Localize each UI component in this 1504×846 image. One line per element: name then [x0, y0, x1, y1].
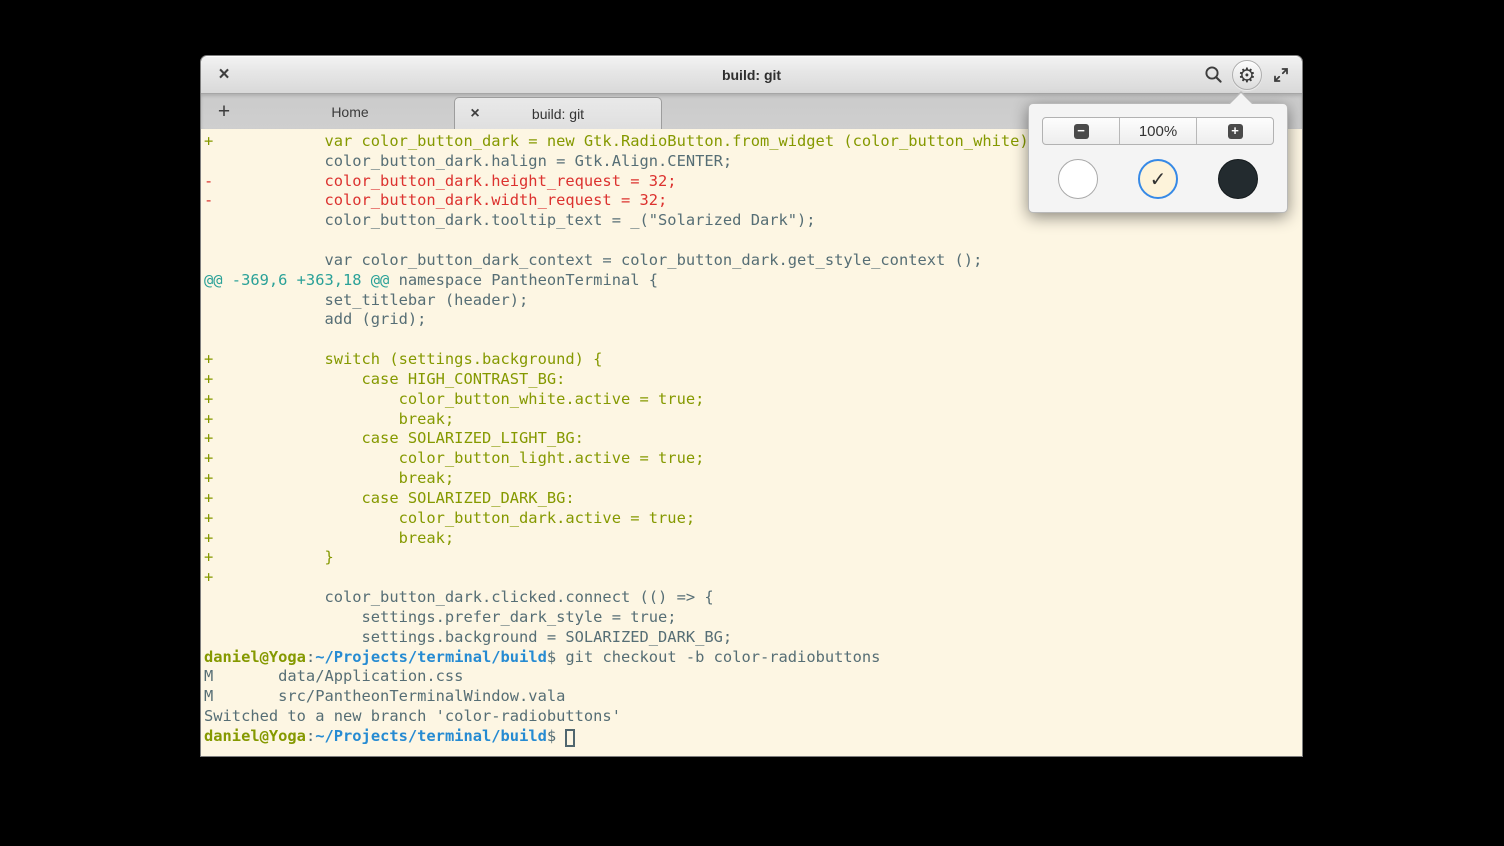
terminal-line: + color_button_light.active = true;: [204, 449, 1302, 469]
zoom-out-button[interactable]: −: [1043, 118, 1119, 144]
terminal-line: + color_button_white.active = true;: [204, 390, 1302, 410]
terminal-line: Switched to a new branch 'color-radiobut…: [204, 707, 1302, 727]
settings-button[interactable]: ⚙: [1232, 60, 1262, 90]
terminal-cursor: [565, 729, 575, 747]
terminal-line: M data/Application.css: [204, 667, 1302, 687]
minus-icon: −: [1074, 124, 1089, 139]
zoom-in-button[interactable]: +: [1196, 118, 1273, 144]
fullscreen-button[interactable]: [1266, 60, 1296, 90]
tab-build-git[interactable]: × build: git: [454, 97, 662, 130]
close-icon: ×: [470, 106, 479, 122]
terminal-line: settings.prefer_dark_style = true;: [204, 608, 1302, 628]
terminal-line: + }: [204, 548, 1302, 568]
terminal-line: + break;: [204, 529, 1302, 549]
check-icon: ✓: [1150, 167, 1167, 191]
terminal-line: [204, 330, 1302, 350]
zoom-level-value: 100%: [1139, 123, 1177, 140]
terminal-line: add (grid);: [204, 310, 1302, 330]
terminal-line: [204, 231, 1302, 251]
theme-solarized-dark-button[interactable]: [1218, 159, 1258, 199]
terminal-line: + switch (settings.background) {: [204, 350, 1302, 370]
terminal-line: @@ -369,6 +363,18 @@ namespace PantheonT…: [204, 271, 1302, 291]
terminal-line: + break;: [204, 410, 1302, 430]
zoom-level[interactable]: 100%: [1119, 118, 1196, 144]
tab-close-button[interactable]: ×: [465, 98, 485, 129]
tab-build-git-label: build: git: [532, 106, 584, 122]
terminal-line: + case SOLARIZED_LIGHT_BG:: [204, 429, 1302, 449]
gear-icon: ⚙: [1238, 65, 1256, 85]
plus-icon: +: [218, 101, 230, 122]
terminal-line: + case HIGH_CONTRAST_BG:: [204, 370, 1302, 390]
terminal-line: + break;: [204, 469, 1302, 489]
terminal-line: +: [204, 568, 1302, 588]
theme-high-contrast-button[interactable]: [1058, 159, 1098, 199]
window-title: build: git: [201, 56, 1302, 93]
theme-solarized-light-button[interactable]: ✓: [1138, 159, 1178, 199]
terminal-line: color_button_dark.tooltip_text = _("Sola…: [204, 211, 1302, 231]
search-button[interactable]: [1198, 60, 1228, 90]
titlebar-actions: ⚙: [1198, 56, 1296, 93]
titlebar[interactable]: × build: git ⚙: [201, 56, 1302, 94]
zoom-control: − 100% +: [1042, 117, 1274, 145]
terminal-line: settings.background = SOLARIZED_DARK_BG;: [204, 628, 1302, 648]
terminal-line: + case SOLARIZED_DARK_BG:: [204, 489, 1302, 509]
terminal-line: + color_button_dark.active = true;: [204, 509, 1302, 529]
terminal-line: var color_button_dark_context = color_bu…: [204, 251, 1302, 271]
tab-home-label: Home: [331, 104, 368, 120]
theme-selector: ✓: [1029, 159, 1287, 203]
new-tab-button[interactable]: +: [209, 97, 239, 126]
terminal-line: daniel@Yoga:~/Projects/terminal/build$ g…: [204, 648, 1302, 668]
terminal-output[interactable]: + var color_button_dark = new Gtk.RadioB…: [201, 129, 1302, 756]
tab-home[interactable]: Home: [246, 94, 454, 129]
settings-popover: − 100% + ✓: [1028, 103, 1288, 213]
plus-icon: +: [1228, 124, 1243, 139]
terminal-line: M src/PantheonTerminalWindow.vala: [204, 687, 1302, 707]
terminal-line: daniel@Yoga:~/Projects/terminal/build$: [204, 727, 1302, 747]
search-icon: [1204, 65, 1223, 84]
terminal-line: set_titlebar (header);: [204, 291, 1302, 311]
terminal-line: color_button_dark.clicked.connect (() =>…: [204, 588, 1302, 608]
fullscreen-icon: [1272, 66, 1290, 84]
